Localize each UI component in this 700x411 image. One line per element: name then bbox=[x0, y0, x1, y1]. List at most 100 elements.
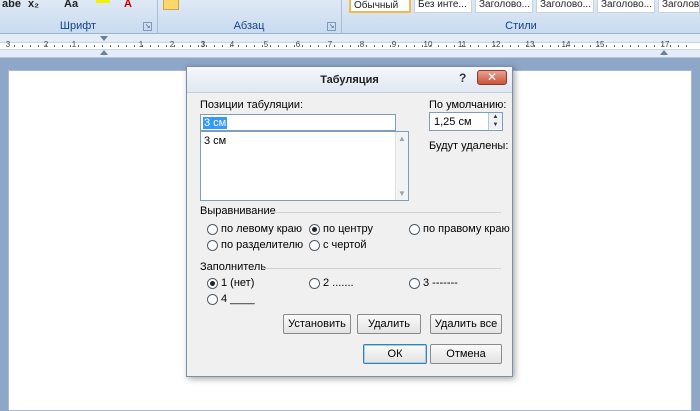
ruler-tick bbox=[582, 45, 583, 47]
ruler-tick bbox=[478, 45, 479, 47]
leader-dashes-radio[interactable] bbox=[409, 278, 420, 289]
font-dialog-launcher-icon[interactable]: ↘ bbox=[143, 22, 152, 31]
spin-down-icon[interactable]: ▼ bbox=[489, 121, 502, 129]
list-item[interactable]: 3 см bbox=[204, 135, 226, 147]
tab-positions-list[interactable]: 3 см ▲ ▼ bbox=[200, 131, 409, 201]
font-color-icon[interactable]: A bbox=[124, 0, 132, 12]
style-heading-3[interactable]: Заголово... bbox=[597, 0, 655, 13]
align-left-label[interactable]: по левому краю bbox=[221, 223, 302, 235]
ruler-tick bbox=[134, 45, 135, 47]
shading-icon[interactable] bbox=[276, 0, 298, 10]
leader-dots-radio[interactable] bbox=[309, 278, 320, 289]
ruler-tick bbox=[382, 45, 383, 47]
ruler-tick bbox=[486, 45, 487, 47]
ruler-tick bbox=[78, 45, 79, 47]
scroll-down-icon[interactable]: ▼ bbox=[398, 189, 406, 198]
ruler-tick bbox=[62, 45, 63, 47]
align-center-label[interactable]: по центру bbox=[323, 223, 373, 235]
font-group: abe x₂ Aa A Шрифт ↘ bbox=[0, 0, 156, 34]
ruler-number: 8 bbox=[359, 40, 365, 49]
tab-position-input[interactable]: 3 см bbox=[200, 114, 396, 131]
ruler-tick bbox=[502, 45, 503, 47]
leader-dots-label[interactable]: 2 ....... bbox=[323, 277, 354, 289]
ruler-tick bbox=[22, 45, 23, 47]
clear-all-button[interactable]: Удалить все bbox=[430, 314, 502, 334]
first-line-indent-marker[interactable] bbox=[100, 36, 108, 41]
align-right-radio[interactable] bbox=[409, 224, 420, 235]
horizontal-ruler[interactable]: 3 2 1 1 2 3 4 5 6 7 8 9 10 11 12 13 14 1… bbox=[0, 34, 700, 58]
ruler-tick bbox=[566, 45, 567, 47]
style-heading-1[interactable]: Заголово... bbox=[475, 0, 533, 13]
list-scrollbar[interactable]: ▲ ▼ bbox=[395, 132, 408, 200]
style-no-spacing[interactable]: Без инте... bbox=[414, 0, 472, 13]
ruler-tick bbox=[334, 45, 335, 47]
clear-button[interactable]: Удалить bbox=[357, 314, 421, 334]
ruler-tick bbox=[374, 45, 375, 47]
ruler-tick bbox=[686, 45, 687, 47]
ruler-tick bbox=[86, 45, 87, 47]
leader-underline-radio[interactable] bbox=[207, 294, 218, 305]
ruler-tick bbox=[614, 45, 615, 47]
align-center-radio[interactable] bbox=[309, 224, 320, 235]
align-bar-label[interactable]: с чертой bbox=[323, 239, 366, 251]
align-left-icon[interactable] bbox=[163, 0, 179, 10]
align-left-radio[interactable] bbox=[207, 224, 218, 235]
ok-button[interactable]: ОК bbox=[363, 344, 427, 364]
align-bar-radio[interactable] bbox=[309, 240, 320, 251]
spinner-buttons[interactable]: ▲ ▼ bbox=[488, 113, 502, 130]
align-decimal-radio[interactable] bbox=[207, 240, 218, 251]
ruler-tick bbox=[574, 45, 575, 47]
align-right-icon[interactable] bbox=[203, 0, 219, 10]
ruler-tick bbox=[286, 45, 287, 47]
line-spacing-icon[interactable] bbox=[246, 0, 262, 10]
help-button[interactable]: ? bbox=[459, 71, 466, 85]
alignment-divider bbox=[269, 212, 501, 213]
ruler-tick bbox=[646, 45, 647, 47]
scroll-up-icon[interactable]: ▲ bbox=[398, 134, 406, 143]
ruler-tick bbox=[270, 45, 271, 47]
style-heading-4[interactable]: Заголово... bbox=[658, 0, 700, 13]
ruler-number: 3 bbox=[5, 40, 11, 49]
set-button[interactable]: Установить bbox=[283, 314, 351, 334]
align-right-label[interactable]: по правому краю bbox=[423, 223, 510, 235]
spin-up-icon[interactable]: ▲ bbox=[489, 113, 502, 121]
ruler-tick bbox=[326, 45, 327, 47]
ruler-number: 12 bbox=[491, 40, 501, 49]
right-indent-marker[interactable] bbox=[660, 50, 668, 55]
justify-icon[interactable] bbox=[223, 0, 239, 10]
ruler-tick bbox=[470, 45, 471, 47]
align-center-icon[interactable] bbox=[183, 0, 199, 10]
close-icon[interactable]: ✕ bbox=[477, 70, 507, 85]
leader-none-radio[interactable] bbox=[207, 278, 218, 289]
ruler-tick bbox=[174, 45, 175, 47]
strikethrough-button[interactable]: abe bbox=[2, 0, 21, 12]
highlight-color-icon[interactable] bbox=[96, 0, 110, 3]
ruler-tick bbox=[526, 45, 527, 47]
ruler-tick bbox=[262, 45, 263, 47]
ruler-tick bbox=[430, 45, 431, 47]
leader-none-label[interactable]: 1 (нет) bbox=[221, 277, 254, 289]
left-indent-marker[interactable] bbox=[100, 50, 108, 55]
style-normal[interactable]: Обычный bbox=[349, 0, 411, 13]
ruler-number: 7 bbox=[327, 40, 333, 49]
leader-dashes-label[interactable]: 3 ------- bbox=[423, 277, 458, 289]
borders-icon[interactable] bbox=[306, 0, 328, 10]
ruler-tick bbox=[398, 45, 399, 47]
dialog-titlebar[interactable]: Табуляция ? ✕ bbox=[187, 67, 512, 93]
paragraph-dialog-launcher-icon[interactable]: ↘ bbox=[327, 22, 336, 31]
style-heading-2[interactable]: Заголово... bbox=[536, 0, 594, 13]
cancel-button[interactable]: Отмена bbox=[430, 344, 502, 364]
ruler-tick bbox=[446, 45, 447, 47]
ruler-tick bbox=[46, 45, 47, 47]
ruler-number: 9 bbox=[391, 40, 397, 49]
default-stops-spinner[interactable]: 1,25 см ▲ ▼ bbox=[429, 112, 503, 131]
ruler-tick bbox=[238, 45, 239, 47]
tab-positions-label: Позиции табуляции: bbox=[200, 99, 304, 111]
ruler-tick bbox=[278, 45, 279, 47]
ruler-tick bbox=[302, 45, 303, 47]
ruler-tick bbox=[14, 45, 15, 47]
leader-underline-label[interactable]: 4 ____ bbox=[221, 293, 255, 305]
align-decimal-label[interactable]: по разделителю bbox=[221, 239, 303, 251]
subscript-button[interactable]: x₂ bbox=[28, 0, 39, 12]
change-case-button[interactable]: Aa bbox=[64, 0, 78, 12]
